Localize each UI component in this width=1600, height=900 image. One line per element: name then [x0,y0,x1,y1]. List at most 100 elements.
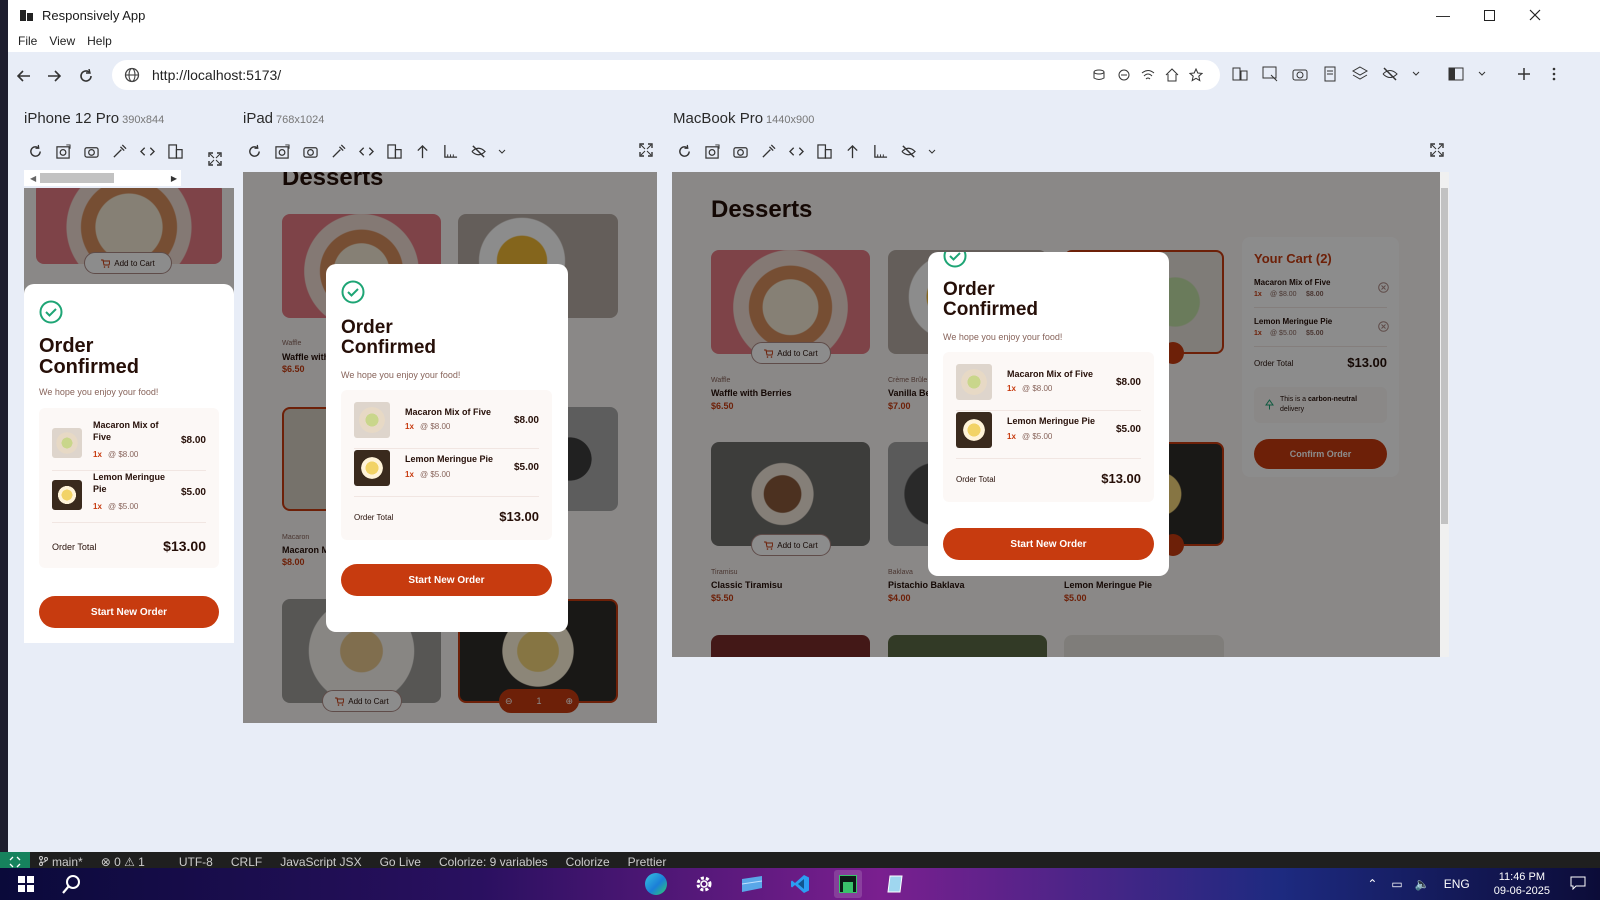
scrollbar-thumb[interactable] [1441,188,1448,524]
prettier-button[interactable]: Prettier [628,855,667,869]
start-new-order-button[interactable]: Start New Order [39,596,219,628]
maximize-button[interactable] [1466,0,1512,30]
git-branch[interactable]: main* [38,855,83,869]
chevron-down-icon[interactable] [498,143,506,160]
full-screenshot-icon[interactable] [274,143,291,160]
code-icon[interactable] [358,143,375,160]
golive-button[interactable]: Go Live [380,855,421,869]
refresh-icon[interactable] [246,143,263,160]
item-name: Macaron Mix of Five [93,420,159,442]
search-icon[interactable] [58,870,86,898]
menu-file[interactable]: File [12,34,43,48]
expand-iphone-icon[interactable] [208,152,224,168]
full-screenshot-icon[interactable] [704,143,721,160]
volume-icon[interactable]: 🔈 [1415,877,1430,891]
expand-macbook-icon[interactable] [1430,143,1446,159]
minimize-button[interactable]: — [1420,0,1466,30]
network-icon[interactable] [1140,67,1156,83]
color-picker-icon[interactable] [111,143,128,160]
chevron-down-icon[interactable] [928,143,936,160]
network-icon[interactable]: ▭ [1391,877,1402,891]
code-icon[interactable] [788,143,805,160]
settings-gear-icon[interactable] [690,870,718,898]
check-circle-icon [341,280,365,304]
close-window-button[interactable] [1512,0,1558,30]
more-menu-icon[interactable] [1546,66,1562,82]
expand-ipad-icon[interactable] [639,143,655,159]
colorize-vars[interactable]: Colorize: 9 variables [439,855,548,869]
refresh-icon[interactable] [27,143,44,160]
preview-layout-icon[interactable] [1448,66,1464,82]
rotate-device-icon[interactable] [816,143,833,160]
home-icon[interactable] [1164,67,1180,83]
edge-icon[interactable] [642,870,670,898]
refresh-icon[interactable] [676,143,693,160]
color-picker-icon[interactable] [760,143,777,160]
item-total: $5.00 [1115,424,1141,435]
clear-cache-icon[interactable] [1116,67,1132,83]
hide-eye-icon[interactable] [470,143,487,160]
start-new-order-button[interactable]: Start New Order [943,528,1154,560]
ruler-icon[interactable] [872,143,889,160]
reload-button[interactable] [74,64,98,88]
macbook-scrollbar[interactable] [1440,172,1449,657]
order-confirmed-modal: Order Confirmed We hope you enjoy your f… [928,252,1169,576]
camera-icon[interactable] [732,143,749,160]
ruler-icon[interactable] [442,143,459,160]
full-page-screenshot-icon[interactable] [1322,66,1338,82]
problems-count[interactable]: ⊗ 0 ⚠ 1 [101,855,145,869]
chevron-down-icon[interactable] [1412,66,1420,82]
camera-icon[interactable] [83,143,100,160]
windows-start-icon[interactable] [12,870,40,898]
item-qty: 1x [405,470,414,479]
scroll-right-arrow[interactable]: ▶ [171,174,177,183]
rotate-device-icon[interactable] [386,143,403,160]
scrollbar-thumb[interactable] [40,173,114,183]
menu-help[interactable]: Help [81,34,118,48]
url-text[interactable]: http://localhost:5173/ [152,67,281,83]
add-device-icon[interactable] [1516,66,1532,82]
clear-storage-icon[interactable] [1092,67,1108,83]
item-total: $8.00 [1115,377,1141,388]
encoding[interactable]: UTF-8 [179,855,213,869]
back-button[interactable] [12,64,36,88]
rotate-device-icon[interactable] [167,143,184,160]
language-indicator[interactable]: ENG [1444,877,1470,891]
address-toolbar: http://localhost:5173/ [8,52,1600,100]
item-unit-price: @ $8.00 [1022,384,1053,393]
hide-eye-icon[interactable] [900,143,917,160]
chevron-down-icon[interactable] [1478,66,1486,82]
start-new-order-button[interactable]: Start New Order [341,564,552,596]
forward-button[interactable] [42,64,66,88]
file-explorer-icon[interactable] [738,870,766,898]
scroll-top-icon[interactable] [844,143,861,160]
line-endings[interactable]: CRLF [231,855,262,869]
language-mode[interactable]: JavaScript JSX [280,855,361,869]
device-size: 1440x900 [766,114,815,126]
colorize-button[interactable]: Colorize [566,855,610,869]
address-bar[interactable]: http://localhost:5173/ [112,60,1220,90]
scroll-top-icon[interactable] [414,143,431,160]
vscode-icon[interactable] [786,870,814,898]
code-icon[interactable] [139,143,156,160]
menu-view[interactable]: View [43,34,81,48]
chevron-up-icon[interactable]: ⌃ [1367,877,1377,891]
layers-icon[interactable] [1352,66,1368,82]
branch-name[interactable]: main* [52,855,83,869]
device-layout-icon[interactable] [1232,66,1248,82]
color-picker-icon[interactable] [330,143,347,160]
responsively-app-icon[interactable] [834,870,862,898]
iphone-scrollbar[interactable]: ◀ ▶ [24,170,181,186]
hide-eye-icon[interactable] [1382,66,1398,82]
inspect-icon[interactable] [1262,66,1278,82]
scroll-left-arrow[interactable]: ◀ [30,174,36,183]
notepad-icon[interactable] [882,870,910,898]
clock[interactable]: 11:46 PM 09-06-2025 [1494,870,1550,898]
bookmark-star-icon[interactable] [1188,67,1204,83]
globe-icon [124,66,142,84]
notification-icon[interactable] [1570,876,1586,893]
camera-icon[interactable] [302,143,319,160]
full-screenshot-icon[interactable] [55,143,72,160]
screenshot-icon[interactable] [1292,66,1308,82]
divider [956,410,1141,411]
